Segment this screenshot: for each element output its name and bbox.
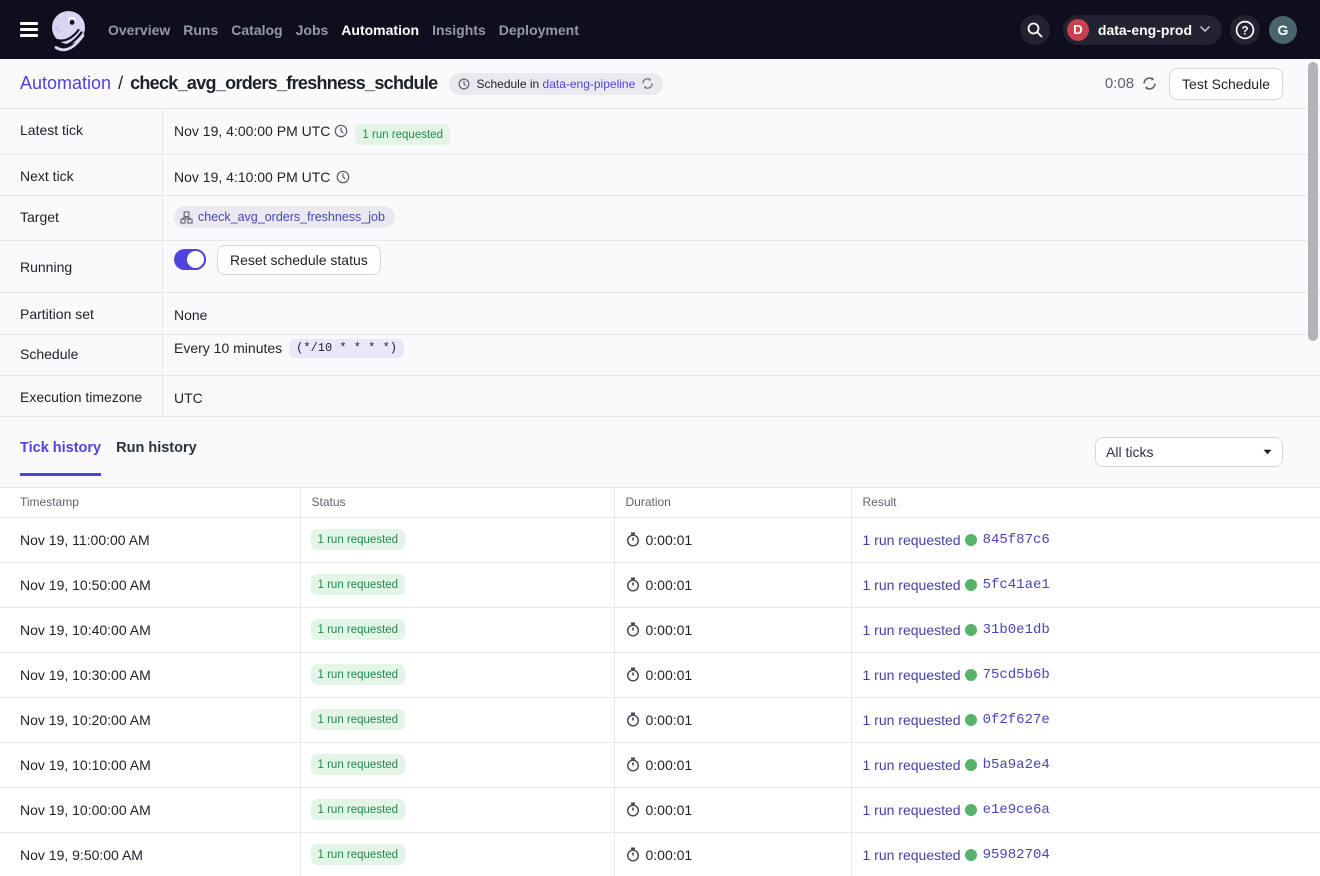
svg-text:?: ?: [1241, 25, 1248, 37]
